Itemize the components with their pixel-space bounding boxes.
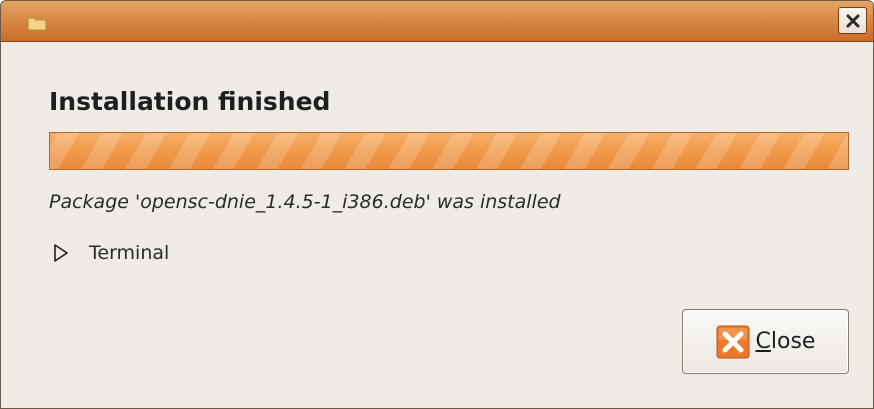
titlebar[interactable] — [1, 1, 873, 42]
close-icon — [716, 325, 750, 358]
expander-arrow-icon — [54, 244, 68, 262]
progress-fill — [50, 133, 848, 169]
expander-label: Terminal — [89, 242, 170, 264]
close-button-label-rest: lose — [770, 329, 816, 354]
close-button-label: Close — [756, 329, 816, 354]
status-message: Package 'opensc-dnie_1.4.5-1_i386.deb' w… — [49, 191, 561, 213]
close-icon — [846, 14, 859, 27]
dialog-content: Installation finished Package 'opensc-dn… — [1, 42, 873, 408]
folder-icon — [27, 17, 47, 31]
window-close-button[interactable] — [838, 7, 867, 34]
close-button[interactable]: Close — [682, 309, 849, 374]
installer-dialog: Installation finished Package 'opensc-dn… — [0, 0, 874, 409]
terminal-expander[interactable]: Terminal — [53, 238, 169, 268]
page-title: Installation finished — [49, 87, 331, 116]
progress-bar — [49, 132, 849, 170]
close-button-mnemonic: C — [755, 329, 771, 354]
